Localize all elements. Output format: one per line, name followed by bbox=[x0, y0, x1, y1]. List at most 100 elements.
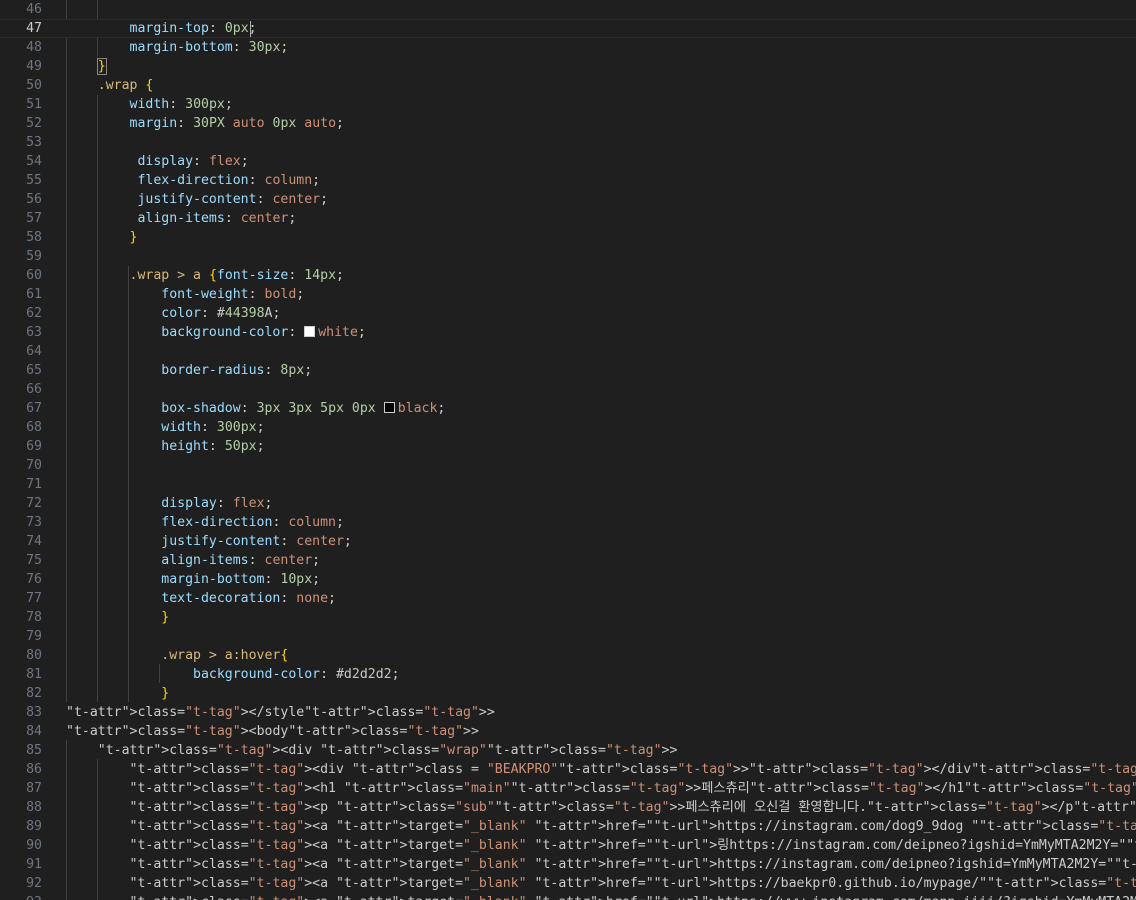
line-code[interactable]: display: flex; bbox=[66, 152, 248, 171]
code-line[interactable]: 54 display: flex; bbox=[0, 152, 1136, 171]
code-line[interactable]: 47 margin-top: 0px; bbox=[0, 18, 1136, 38]
code-editor[interactable]: 46 47 margin-top: 0px; 48 margin-bottom: 3… bbox=[0, 0, 1136, 900]
line-code[interactable]: margin-top: 0px; bbox=[66, 20, 257, 37]
line-code[interactable]: "t-attr">class="t-tag"><a "t-attr">targe… bbox=[66, 893, 1136, 900]
line-code[interactable]: justify-content: center; bbox=[66, 532, 352, 551]
line-code[interactable]: "t-attr">class="t-tag"><a "t-attr">targe… bbox=[66, 817, 1136, 836]
line-number: 73 bbox=[26, 514, 42, 530]
line-code[interactable]: } bbox=[66, 57, 107, 76]
color-swatch-icon[interactable] bbox=[304, 325, 316, 337]
code-line[interactable]: 86 "t-attr">class="t-tag"><div "t-attr">… bbox=[0, 760, 1136, 779]
line-code[interactable]: font-weight: bold; bbox=[66, 285, 304, 304]
code-line[interactable]: 87 "t-attr">class="t-tag"><h1 "t-attr">c… bbox=[0, 779, 1136, 798]
line-code[interactable]: "t-attr">class="t-tag"><a "t-attr">targe… bbox=[66, 874, 1136, 893]
line-code[interactable]: } bbox=[66, 608, 169, 627]
code-line[interactable]: 74 justify-content: center; bbox=[0, 532, 1136, 551]
code-line[interactable]: 51 width: 300px; bbox=[0, 95, 1136, 114]
line-code[interactable]: text-decoration: none; bbox=[66, 589, 336, 608]
code-line[interactable]: 67 box-shadow: 3px 3px 5px 0px black; bbox=[0, 399, 1136, 418]
line-code[interactable]: display: flex; bbox=[66, 494, 272, 513]
code-line[interactable]: 79 bbox=[0, 627, 1136, 646]
code-line[interactable]: 88 "t-attr">class="t-tag"><p "t-attr">cl… bbox=[0, 798, 1136, 817]
code-line[interactable]: 72 display: flex; bbox=[0, 494, 1136, 513]
line-code[interactable]: "t-attr">class="t-tag"><body"t-attr">cla… bbox=[66, 722, 479, 741]
code-line[interactable]: 71 bbox=[0, 475, 1136, 494]
code-line[interactable]: 66 bbox=[0, 380, 1136, 399]
code-line[interactable]: 78 } bbox=[0, 608, 1136, 627]
code-line[interactable]: 93 "t-attr">class="t-tag"><a "t-attr">ta… bbox=[0, 893, 1136, 900]
code-line[interactable]: 49 } bbox=[0, 57, 1136, 76]
line-code[interactable]: box-shadow: 3px 3px 5px 0px black; bbox=[66, 399, 445, 418]
line-code[interactable]: .wrap > a:hover{ bbox=[66, 646, 288, 665]
line-code[interactable]: flex-direction: column; bbox=[66, 171, 320, 190]
line-number: 67 bbox=[26, 400, 42, 416]
code-line[interactable]: 81 background-color: #d2d2d2; bbox=[0, 665, 1136, 684]
line-number: 59 bbox=[26, 248, 42, 264]
code-line[interactable]: 48 margin-bottom: 30px; bbox=[0, 38, 1136, 57]
line-code[interactable]: "t-attr">class="t-tag"><div "t-attr">cla… bbox=[66, 741, 678, 760]
code-line[interactable]: 82 } bbox=[0, 684, 1136, 703]
line-code[interactable]: margin-bottom: 30px; bbox=[66, 38, 289, 57]
line-number: 78 bbox=[26, 609, 42, 625]
code-line[interactable]: 63 background-color: white; bbox=[0, 323, 1136, 342]
code-line[interactable]: 57 align-items: center; bbox=[0, 209, 1136, 228]
code-line[interactable]: 59 bbox=[0, 247, 1136, 266]
code-line[interactable]: 77 text-decoration: none; bbox=[0, 589, 1136, 608]
code-line[interactable]: 73 flex-direction: column; bbox=[0, 513, 1136, 532]
code-line[interactable]: 91 "t-attr">class="t-tag"><a "t-attr">ta… bbox=[0, 855, 1136, 874]
code-line[interactable]: 50 .wrap { bbox=[0, 76, 1136, 95]
line-code[interactable]: "t-attr">class="t-tag"><a "t-attr">targe… bbox=[66, 855, 1136, 874]
line-code[interactable]: "t-attr">class="t-tag"><div "t-attr">cla… bbox=[66, 760, 1136, 779]
code-line[interactable]: 61 font-weight: bold; bbox=[0, 285, 1136, 304]
line-code[interactable]: margin: 30PX auto 0px auto; bbox=[66, 114, 344, 133]
code-line[interactable]: 62 color: #44398A; bbox=[0, 304, 1136, 323]
line-code[interactable]: } bbox=[66, 228, 138, 247]
code-line[interactable]: 52 margin: 30PX auto 0px auto; bbox=[0, 114, 1136, 133]
code-line[interactable]: 68 width: 300px; bbox=[0, 418, 1136, 437]
line-code[interactable]: align-items: center; bbox=[66, 209, 296, 228]
line-code[interactable]: .wrap > a {font-size: 14px; bbox=[66, 266, 344, 285]
code-line[interactable]: 55 flex-direction: column; bbox=[0, 171, 1136, 190]
line-code[interactable]: width: 300px; bbox=[66, 95, 233, 114]
color-swatch-icon[interactable] bbox=[383, 401, 395, 413]
line-code[interactable]: .wrap { bbox=[66, 76, 154, 95]
code-line[interactable]: 46 bbox=[0, 0, 1136, 19]
line-number: 91 bbox=[26, 856, 42, 872]
code-line[interactable]: 60 .wrap > a {font-size: 14px; bbox=[0, 266, 1136, 285]
line-code[interactable]: background-color: white; bbox=[66, 323, 366, 342]
line-number: 57 bbox=[26, 210, 42, 226]
code-line[interactable]: 56 justify-content: center; bbox=[0, 190, 1136, 209]
line-code[interactable]: flex-direction: column; bbox=[66, 513, 344, 532]
line-code[interactable]: justify-content: center; bbox=[66, 190, 328, 209]
code-line[interactable]: 76 margin-bottom: 10px; bbox=[0, 570, 1136, 589]
code-line[interactable]: 75 align-items: center; bbox=[0, 551, 1136, 570]
line-number: 71 bbox=[26, 476, 42, 492]
line-code[interactable]: height: 50px; bbox=[66, 437, 264, 456]
code-line[interactable]: 64 bbox=[0, 342, 1136, 361]
code-line[interactable]: 84 "t-attr">class="t-tag"><body"t-attr">c… bbox=[0, 722, 1136, 741]
line-number: 81 bbox=[26, 666, 42, 682]
code-line[interactable]: 85 "t-attr">class="t-tag"><div "t-attr">… bbox=[0, 741, 1136, 760]
code-line[interactable]: 58 } bbox=[0, 228, 1136, 247]
line-code[interactable]: border-radius: 8px; bbox=[66, 361, 312, 380]
line-number: 84 bbox=[26, 723, 42, 739]
line-code[interactable]: margin-bottom: 10px; bbox=[66, 570, 320, 589]
line-code[interactable]: } bbox=[66, 684, 169, 703]
code-line[interactable]: 65 border-radius: 8px; bbox=[0, 361, 1136, 380]
code-line[interactable]: 53 bbox=[0, 133, 1136, 152]
code-line[interactable]: 92 "t-attr">class="t-tag"><a "t-attr">ta… bbox=[0, 874, 1136, 893]
code-line[interactable]: 69 height: 50px; bbox=[0, 437, 1136, 456]
code-line[interactable]: 70 bbox=[0, 456, 1136, 475]
line-code[interactable]: "t-attr">class="t-tag"><h1 "t-attr">clas… bbox=[66, 779, 1136, 798]
code-line[interactable]: 80 .wrap > a:hover{ bbox=[0, 646, 1136, 665]
code-line[interactable]: 90 "t-attr">class="t-tag"><a "t-attr">ta… bbox=[0, 836, 1136, 855]
code-line[interactable]: 89 "t-attr">class="t-tag"><a "t-attr">ta… bbox=[0, 817, 1136, 836]
line-code[interactable]: "t-attr">class="t-tag"><a "t-attr">targe… bbox=[66, 836, 1136, 855]
line-code[interactable]: color: #44398A; bbox=[66, 304, 280, 323]
line-code[interactable]: width: 300px; bbox=[66, 418, 264, 437]
line-code[interactable]: "t-attr">class="t-tag"></style"t-attr">c… bbox=[66, 703, 495, 722]
line-code[interactable]: align-items: center; bbox=[66, 551, 320, 570]
line-code[interactable]: background-color: #d2d2d2; bbox=[66, 665, 400, 684]
line-code[interactable]: "t-attr">class="t-tag"><p "t-attr">class… bbox=[66, 798, 1136, 817]
code-line[interactable]: 83 "t-attr">class="t-tag"></style"t-attr"… bbox=[0, 703, 1136, 722]
